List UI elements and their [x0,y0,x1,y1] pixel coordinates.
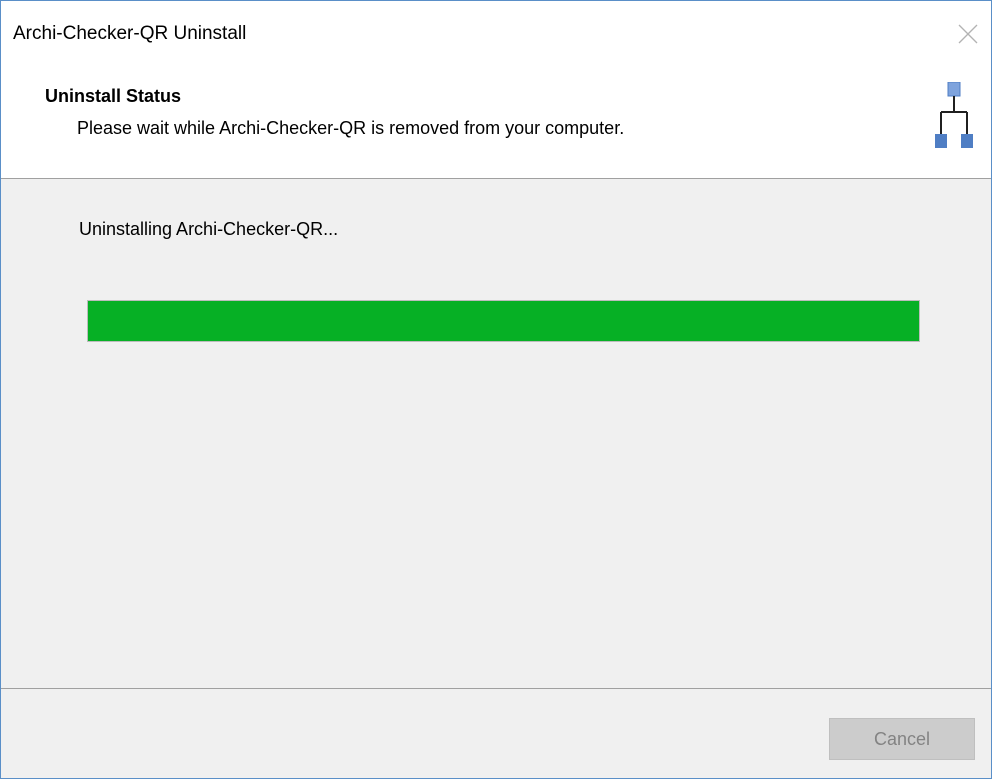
progress-fill [88,301,919,341]
progress-bar [87,300,920,342]
header-subtitle: Please wait while Archi-Checker-QR is re… [77,118,625,138]
window-title: Archi-Checker-QR Uninstall [13,23,247,44]
network-hierarchy-icon [935,82,973,148]
title-bar: Archi-Checker-QR Uninstall [1,1,991,69]
cancel-button[interactable]: Cancel [829,718,975,760]
close-button[interactable] [945,11,991,57]
header-title: Uninstall Status [45,86,182,106]
status-text: Uninstalling Archi-Checker-QR... [79,219,339,239]
uninstall-window: Archi-Checker-QR Uninstall Uninstall Sta… [0,0,992,779]
header-panel: Uninstall Status Please wait while Archi… [1,69,991,179]
close-icon [958,24,978,44]
footer-divider [1,688,991,689]
